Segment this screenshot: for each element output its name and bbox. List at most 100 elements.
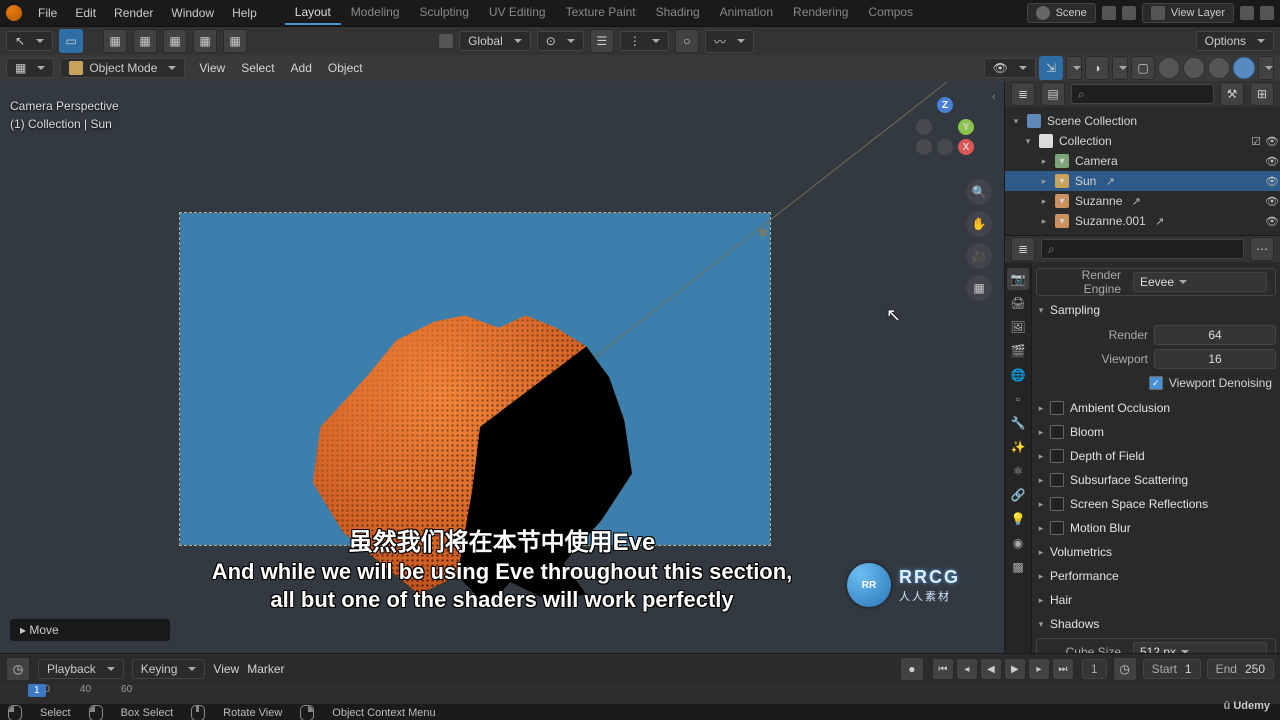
delete-scene-icon[interactable] xyxy=(1122,6,1136,20)
axis-y-icon[interactable]: Y xyxy=(958,119,974,135)
timeline-view-menu[interactable]: View xyxy=(213,662,239,676)
current-frame-input[interactable]: 1 xyxy=(1082,659,1107,679)
outliner-search-input[interactable]: ⌕ xyxy=(1071,84,1214,104)
panel-enable-checkbox[interactable] xyxy=(1050,401,1064,415)
tab-physics-icon[interactable]: ⚛ xyxy=(1007,460,1029,482)
viewport-3d[interactable]: Camera Perspective (1) Collection | Sun … xyxy=(0,81,1004,653)
outliner-item-sun[interactable]: ▸▾Sun ↗👁 xyxy=(1005,171,1280,191)
overlays-icon[interactable]: ◑ xyxy=(1085,56,1109,80)
props-search-input[interactable]: ⌕ xyxy=(1041,239,1244,259)
tab-modifier-icon[interactable]: 🔧 xyxy=(1007,412,1029,434)
panel-screen-space-reflections[interactable]: Screen Space Reflections xyxy=(1070,497,1208,511)
zoom-icon[interactable]: 🔍 xyxy=(966,179,992,205)
viewlayer-field[interactable]: View Layer xyxy=(1142,3,1234,23)
data-link-icon[interactable]: ↗ xyxy=(1152,213,1168,229)
outliner-editor-icon[interactable]: ≣ xyxy=(1011,82,1035,106)
panel-ambient-occlusion[interactable]: Ambient Occlusion xyxy=(1070,401,1170,415)
overlays-popover-icon[interactable] xyxy=(1112,56,1128,80)
menu-help[interactable]: Help xyxy=(224,2,265,24)
playhead[interactable]: 1 xyxy=(28,684,46,697)
start-frame-input[interactable]: Start1 xyxy=(1143,659,1201,679)
hide-eye-icon[interactable]: 👁 xyxy=(1264,213,1280,229)
menu-edit[interactable]: Edit xyxy=(67,2,104,24)
persp-icon[interactable]: ▦ xyxy=(966,275,992,301)
play-icon[interactable]: ▶ xyxy=(1004,658,1026,680)
pan-icon[interactable]: ✋ xyxy=(966,211,992,237)
hide-eye-icon[interactable]: 👁 xyxy=(1264,173,1280,189)
proportional-select[interactable]: 〰 xyxy=(705,30,754,53)
shading-popover-icon[interactable] xyxy=(1258,56,1274,80)
workspace-uv[interactable]: UV Editing xyxy=(479,1,556,25)
engine-select[interactable]: Eevee xyxy=(1133,272,1267,292)
viewport-samples-input[interactable]: 16 xyxy=(1154,349,1276,369)
panel-sampling[interactable]: Sampling xyxy=(1050,303,1100,317)
keyframe-next-icon[interactable]: ▸ xyxy=(1028,658,1050,680)
gizmo-set3-icon[interactable]: ▦ xyxy=(163,29,187,53)
n-panel-handle-icon[interactable]: ‹ xyxy=(992,91,1004,103)
menu-render[interactable]: Render xyxy=(106,2,161,24)
tab-texture-icon[interactable]: ▩ xyxy=(1007,556,1029,578)
props-editor-icon[interactable]: ≣ xyxy=(1011,237,1035,261)
workspace-render[interactable]: Rendering xyxy=(783,1,858,25)
snap-toggle-icon[interactable]: ☰ xyxy=(590,29,614,53)
axis-z-icon[interactable]: Z xyxy=(937,97,953,113)
panel-volumetrics[interactable]: Volumetrics xyxy=(1050,545,1112,559)
panel-enable-checkbox[interactable] xyxy=(1050,521,1064,535)
tab-particle-icon[interactable]: ✨ xyxy=(1007,436,1029,458)
collection-eye-icon[interactable]: 👁 xyxy=(1264,133,1280,149)
play-rev-icon[interactable]: ◀ xyxy=(980,658,1002,680)
hide-eye-icon[interactable]: 👁 xyxy=(1264,193,1280,209)
panel-enable-checkbox[interactable] xyxy=(1050,449,1064,463)
auto-key-icon[interactable]: ● xyxy=(900,657,924,681)
workspace-shading[interactable]: Shading xyxy=(646,1,710,25)
props-options-icon[interactable]: ⋯ xyxy=(1250,237,1274,261)
panel-subsurface-scattering[interactable]: Subsurface Scattering xyxy=(1070,473,1188,487)
options-menu[interactable]: Options xyxy=(1196,31,1274,51)
orientation-select[interactable]: Global xyxy=(459,31,531,51)
tab-output-icon[interactable]: 🖨 xyxy=(1007,292,1029,314)
shading-solid-icon[interactable] xyxy=(1183,57,1205,79)
outliner-tree[interactable]: ▾ Scene Collection ▾ ▢ Collection ☑ 👁 ▸▾… xyxy=(1005,107,1280,235)
menu-object[interactable]: Object xyxy=(320,58,371,78)
hide-eye-icon[interactable]: 👁 xyxy=(1264,153,1280,169)
last-op-panel[interactable]: ▸ Move xyxy=(10,619,170,641)
outliner-item-camera[interactable]: ▸▾Camera👁 xyxy=(1005,151,1280,171)
scene-field[interactable]: Scene xyxy=(1027,3,1096,23)
gizmo-set5-icon[interactable]: ▦ xyxy=(223,29,247,53)
tab-object-icon[interactable]: ▫ xyxy=(1007,388,1029,410)
timeline-editor-icon[interactable]: ◷ xyxy=(6,657,30,681)
keying-menu[interactable]: Keying xyxy=(132,659,206,679)
workspace-modeling[interactable]: Modeling xyxy=(341,1,410,25)
menu-add[interactable]: Add xyxy=(283,58,320,78)
tab-scene-icon[interactable]: 🎬 xyxy=(1007,340,1029,362)
shading-wire-icon[interactable] xyxy=(1158,57,1180,79)
outliner-display-icon[interactable]: ▤ xyxy=(1041,82,1065,106)
timeline-ruler[interactable]: 1 . 20 40 60 xyxy=(0,684,1280,704)
new-layer-icon[interactable] xyxy=(1240,6,1254,20)
panel-bloom[interactable]: Bloom xyxy=(1070,425,1104,439)
editor-type-icon[interactable]: ▦ xyxy=(6,58,54,78)
workspace-layout[interactable]: Layout xyxy=(285,1,341,25)
collection-exclude-icon[interactable]: ☑ xyxy=(1248,133,1264,149)
tab-constraint-icon[interactable]: 🔗 xyxy=(1007,484,1029,506)
menu-view[interactable]: View xyxy=(191,58,233,78)
new-scene-icon[interactable] xyxy=(1102,6,1116,20)
snap-select[interactable]: ⋮ xyxy=(620,31,669,51)
workspace-sculpting[interactable]: Sculpting xyxy=(410,1,479,25)
axis-neg2-icon[interactable] xyxy=(916,139,932,155)
cube-size-select[interactable]: 512 px xyxy=(1133,642,1267,653)
outliner-scene-row[interactable]: ▾ Scene Collection xyxy=(1005,111,1280,131)
axis-gizmo[interactable]: Z Y X xyxy=(916,97,974,155)
viewport-mesh-suzanne[interactable] xyxy=(290,303,670,613)
select-box-icon[interactable]: ▭ xyxy=(59,29,83,53)
outliner-filter-icon[interactable]: ⚒ xyxy=(1220,82,1244,106)
outliner-new-coll-icon[interactable]: ⊞ xyxy=(1250,82,1274,106)
data-link-icon[interactable]: ↗ xyxy=(1128,193,1144,209)
tab-world-icon[interactable]: 🌐 xyxy=(1007,364,1029,386)
proportional-icon[interactable]: ○ xyxy=(675,29,699,53)
menu-file[interactable]: File xyxy=(30,2,65,24)
shading-rendered-icon[interactable] xyxy=(1233,57,1255,79)
playback-menu[interactable]: Playback xyxy=(38,659,124,679)
gizmo-set2-icon[interactable]: ▦ xyxy=(133,29,157,53)
tab-viewlayer-icon[interactable]: 🖼 xyxy=(1007,316,1029,338)
